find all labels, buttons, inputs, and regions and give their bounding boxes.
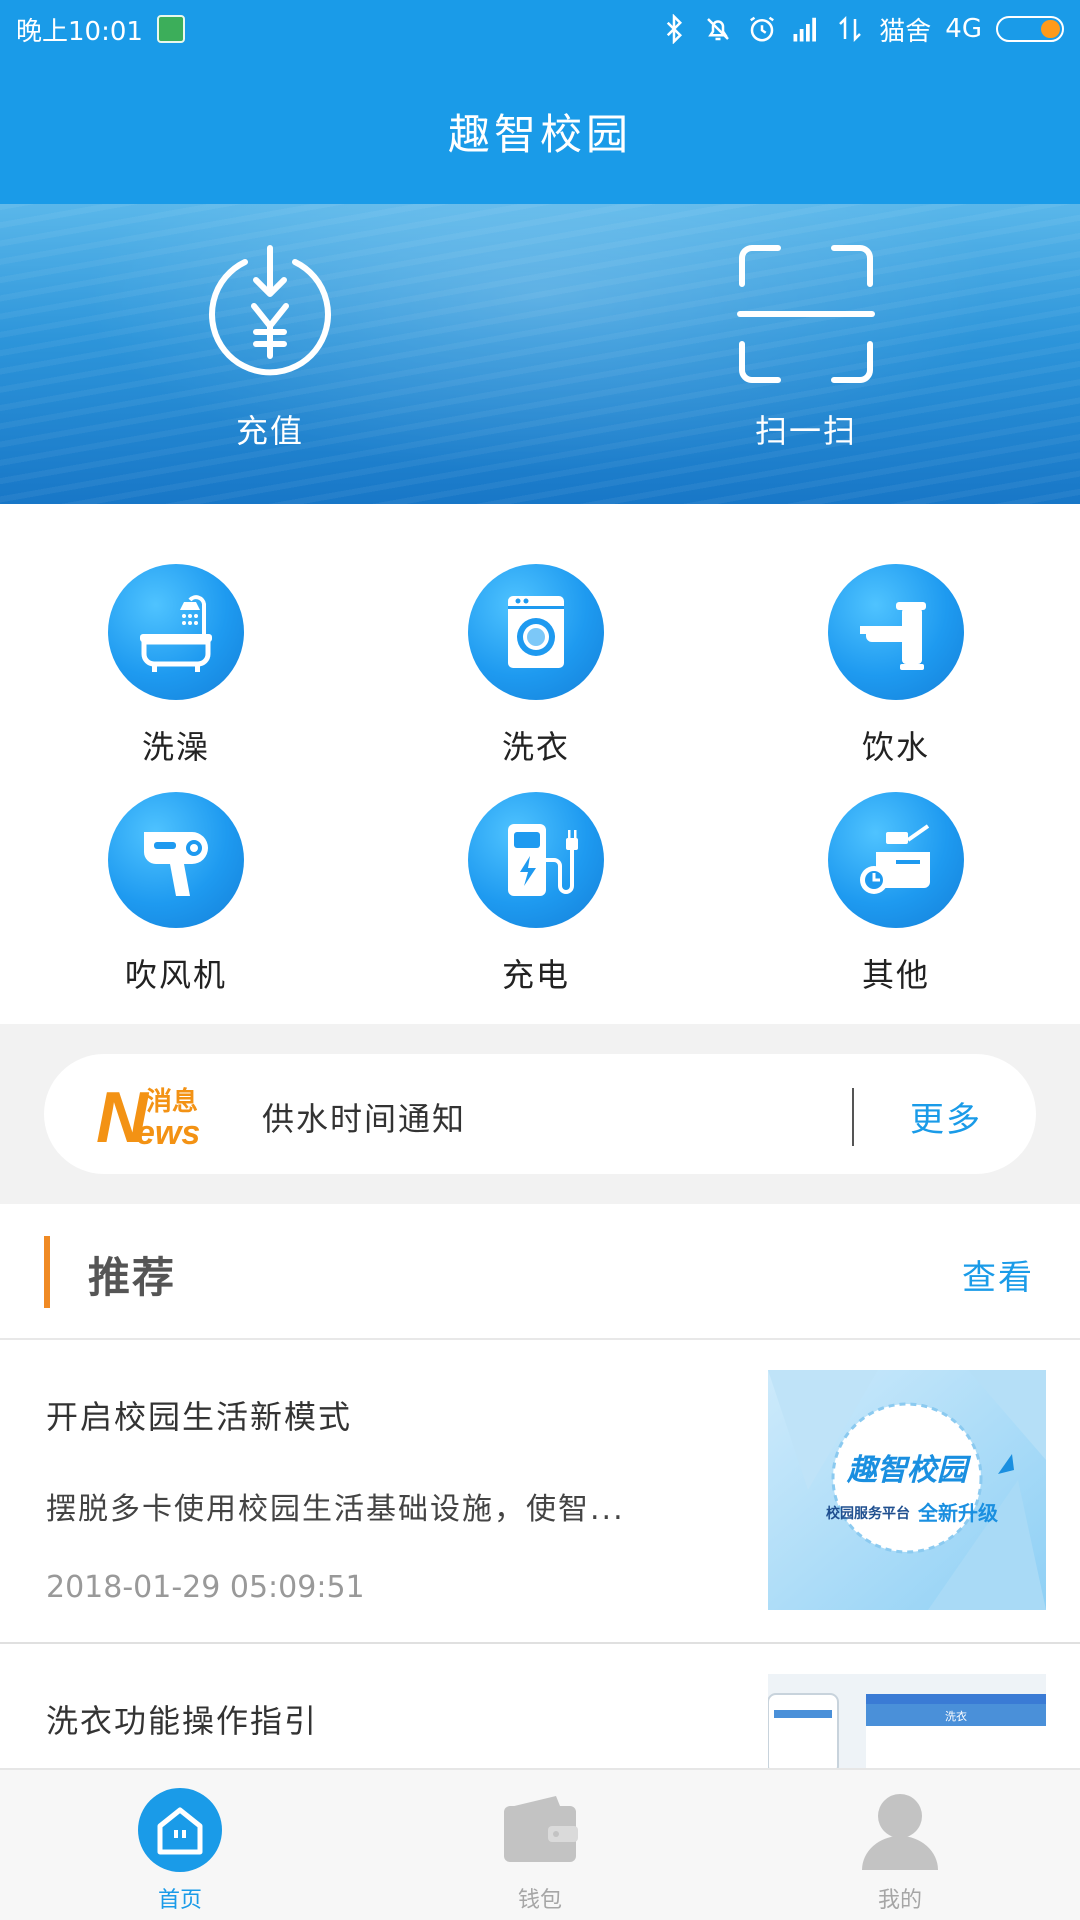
alarm-icon (750, 16, 775, 42)
tab-profile-icon-wrap (856, 1786, 944, 1874)
service-laundry[interactable]: 洗衣 (416, 564, 656, 774)
thumb-sub2: 全新升级 (917, 1501, 998, 1525)
app-header: 趣智校园 (0, 58, 1080, 204)
service-charging[interactable]: 充电 (416, 792, 656, 1002)
service-grid: 洗澡 洗衣 饮水 吹风机 充电 其他 (0, 504, 1080, 1024)
svg-text:ews: ews (136, 1114, 200, 1150)
tab-home[interactable]: 首页 (0, 1770, 360, 1920)
bluetooth-icon (667, 14, 683, 44)
article-title: 开启校园生活新模式 (46, 1398, 353, 1436)
section-title: 推荐 (88, 1253, 177, 1302)
battery-level (1040, 20, 1060, 38)
notice-section: N 消息 ews 供水时间通知 更多 (0, 1024, 1080, 1204)
service-water-label: 饮水 (861, 728, 930, 766)
service-laundry-circle (468, 564, 604, 700)
scan-button[interactable]: 扫一扫 (686, 244, 926, 464)
service-water-circle (828, 564, 964, 700)
wallet-icon (504, 1796, 578, 1862)
thumb-title: 趣智校园 (846, 1453, 972, 1488)
app-screen: 晚上10:01 猫舍 4G 趣智校园 充值 扫一扫 洗澡 洗衣 饮水 吹风机 充… (0, 0, 1080, 1920)
network-type: 4G (945, 14, 982, 44)
data-transfer-icon (839, 15, 862, 43)
service-shower-label: 洗澡 (141, 728, 210, 766)
status-time: 晚上10:01 (16, 16, 143, 47)
article-thumbnail: 洗衣 (768, 1674, 1046, 1768)
service-other-label: 其他 (861, 956, 930, 994)
notice-more-link[interactable]: 更多 (910, 1092, 982, 1141)
tab-wallet[interactable]: 钱包 (360, 1770, 720, 1920)
recharge-label: 充值 (235, 412, 304, 450)
tab-home-label: 首页 (157, 1888, 202, 1913)
article-time: 2018-01-29 05:09:51 (46, 1570, 365, 1605)
charging-station-icon (508, 824, 578, 896)
scan-icon (737, 245, 875, 383)
notice-divider (852, 1088, 854, 1146)
news-logo: N 消息 ews (96, 1080, 200, 1150)
notice-bar[interactable]: N 消息 ews 供水时间通知 更多 (44, 1054, 1036, 1174)
news-logo-cn: 消息 (146, 1086, 198, 1117)
view-all-link[interactable]: 查看 (962, 1250, 1034, 1299)
article-desc: 摆脱多卡使用校园生活基础设施，使智... (46, 1492, 625, 1527)
thumb-text: 洗衣 (945, 1709, 967, 1723)
service-hairdryer-label: 吹风机 (124, 956, 227, 994)
article-thumbnail-art: 洗衣 (768, 1674, 1046, 1768)
hero-banner: 充值 扫一扫 (0, 204, 1080, 504)
article-title: 洗衣功能操作指引 (46, 1702, 319, 1740)
tab-profile[interactable]: 我的 (720, 1770, 1080, 1920)
battery-icon (996, 16, 1064, 42)
service-hairdryer[interactable]: 吹风机 (56, 792, 296, 1002)
hair-dryer-icon (144, 832, 208, 896)
carrier-name: 猫舍 (879, 16, 932, 47)
service-shower-circle (108, 564, 244, 700)
status-bar: 晚上10:01 猫舍 4G (0, 0, 1080, 58)
tab-home-icon-wrap (136, 1786, 224, 1874)
status-bar-left: 晚上10:01 (16, 11, 185, 48)
bottom-tab-bar: 首页 钱包 我的 (0, 1768, 1080, 1920)
section-accent-bar (44, 1236, 50, 1308)
thumb-sub1: 校园服务平台 (826, 1505, 910, 1522)
recharge-yen-icon (209, 245, 331, 376)
notifications-off-icon (707, 18, 730, 41)
tab-wallet-label: 钱包 (517, 1888, 562, 1913)
article-thumbnail-art: 趣智校园 校园服务平台 全新升级 (768, 1370, 1046, 1610)
app-notification-icon (156, 15, 185, 43)
other-device-icon (860, 824, 930, 894)
page-title: 趣智校园 (447, 109, 632, 159)
faucet-icon (860, 602, 926, 670)
service-hairdryer-circle (108, 792, 244, 928)
article-item[interactable]: 洗衣功能操作指引 洗衣 (0, 1644, 1080, 1768)
article-thumbnail: 趣智校园 校园服务平台 全新升级 (768, 1370, 1046, 1610)
notice-text: 供水时间通知 (262, 1100, 467, 1138)
service-laundry-label: 洗衣 (501, 728, 570, 766)
home-icon (138, 1788, 222, 1872)
signal-icon (793, 17, 817, 42)
washing-machine-icon (508, 596, 564, 668)
status-bar-right: 猫舍 4G (659, 11, 1064, 48)
service-other[interactable]: 其他 (776, 792, 1016, 1002)
article-item[interactable]: 开启校园生活新模式 摆脱多卡使用校园生活基础设施，使智... 2018-01-2… (0, 1340, 1080, 1644)
recommend-header: 推荐 查看 (0, 1204, 1080, 1340)
service-charging-circle (468, 792, 604, 928)
bathtub-shower-icon (140, 595, 212, 672)
service-charging-label: 充电 (501, 956, 570, 994)
scan-label: 扫一扫 (754, 412, 857, 450)
tab-wallet-icon-wrap (496, 1786, 584, 1874)
tab-profile-label: 我的 (877, 1888, 922, 1913)
recharge-button[interactable]: 充值 (150, 244, 390, 464)
service-shower[interactable]: 洗澡 (56, 564, 296, 774)
service-water[interactable]: 饮水 (776, 564, 1016, 774)
user-icon (862, 1794, 938, 1870)
service-other-circle (828, 792, 964, 928)
